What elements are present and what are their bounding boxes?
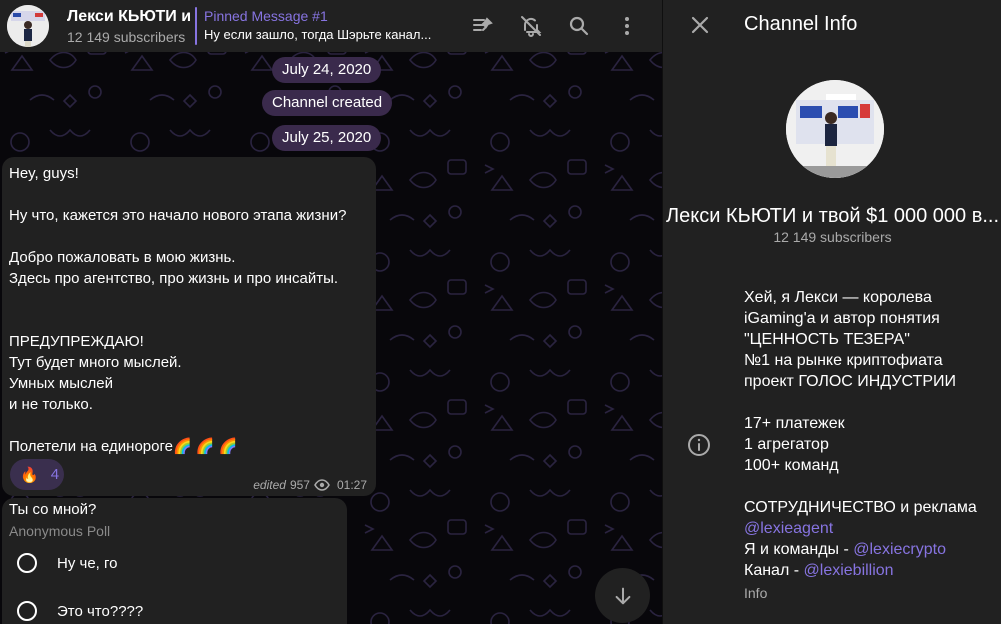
channel-title-block[interactable]: Лекси КЬЮТИ и твой $1 000 000 в... 12 14… — [67, 6, 195, 46]
channel-info-panel: Channel Info Лекси КЬЮТИ и твой $1 000 0… — [662, 0, 1001, 624]
message-line: Тут будет много мыслей. — [9, 354, 182, 371]
poll-type: Anonymous Poll — [9, 523, 111, 539]
bio-line: Хей, я Лекси — королева — [744, 289, 932, 306]
poll-question: Ты со мной? — [9, 501, 97, 518]
poll-option[interactable]: Ну че, го — [17, 553, 117, 573]
message-line: Здесь про агентство, про жизнь и про инс… — [9, 270, 339, 287]
message-line: и не только. — [9, 396, 93, 413]
reaction-button[interactable]: 🔥 4 — [10, 459, 64, 490]
message-line: Добро пожаловать в мою жизнь. — [9, 249, 236, 266]
eye-icon — [314, 479, 330, 491]
pinned-title: Pinned Message #1 — [204, 8, 328, 24]
more-options-icon[interactable] — [613, 12, 641, 40]
unpin-list-icon[interactable] — [469, 12, 497, 40]
message-line — [9, 184, 346, 205]
arrow-down-icon — [615, 587, 630, 604]
channel-name: Лекси КЬЮТИ и твой $1 000 000 в... — [665, 205, 1000, 227]
message-line: Полетели на единороге🌈 🌈 🌈 — [9, 438, 238, 455]
message-text: Hey, guys! Ну что, кажется это начало нов… — [9, 163, 346, 457]
bio-line: 17+ платежек — [744, 415, 845, 432]
chat-area: Лекси КЬЮТИ и твой $1 000 000 в... 12 14… — [0, 0, 662, 624]
radio-button[interactable] — [17, 553, 37, 573]
bio-line: Я и команды - — [744, 541, 854, 558]
mute-bell-icon[interactable] — [517, 12, 545, 40]
message-line — [9, 226, 346, 247]
close-icon — [691, 16, 709, 34]
poll-option[interactable]: Это что???? — [17, 601, 143, 621]
message-line — [9, 310, 346, 331]
message-line: Hey, guys! — [9, 165, 79, 182]
radio-button[interactable] — [17, 601, 37, 621]
edited-label: edited — [253, 478, 286, 492]
poll-message: Ты со мной? Anonymous Poll Ну че, го Это… — [2, 498, 347, 624]
channel-title: Лекси КЬЮТИ и твой $1 000 000 в... — [67, 8, 195, 25]
bio-line: 100+ команд — [744, 457, 839, 474]
bio-line: iGaming'а и автор понятия — [744, 310, 940, 327]
channel-description: Хей, я Лекси — королева iGaming'а и авто… — [744, 287, 994, 581]
poll-option-label: Ну че, го — [57, 554, 118, 572]
bio-line: "ЦЕННОСТЬ ТЕЗЕРА" — [744, 331, 910, 348]
message-line: ПРЕДУПРЕЖДАЮ! — [9, 333, 144, 350]
message-line: Ну что, кажется это начало нового этапа … — [9, 207, 347, 224]
channel-message[interactable]: Hey, guys! Ну что, кажется это начало нов… — [2, 157, 376, 496]
bio-line: проект ГОЛОС ИНДУСТРИИ — [744, 373, 956, 390]
bio-line: Канал - — [744, 562, 804, 579]
pinned-indicator — [195, 7, 197, 45]
channel-avatar[interactable] — [7, 5, 49, 47]
service-message: Channel created — [262, 90, 393, 116]
pinned-message[interactable]: Pinned Message #1 Ну если зашло, тогда Ш… — [195, 5, 440, 47]
reaction-count: 4 — [50, 466, 60, 483]
billion-link[interactable]: @lexiebillion — [804, 562, 894, 579]
message-meta: edited 957 01:27 — [253, 478, 367, 492]
crypto-link[interactable]: @lexiecrypto — [853, 541, 946, 558]
date-separator: July 24, 2020 — [272, 57, 382, 83]
close-button[interactable] — [686, 11, 714, 39]
message-line — [9, 289, 346, 310]
subscriber-count: 12 149 subscribers — [67, 29, 186, 45]
poll-option-label: Это что???? — [57, 602, 144, 620]
fire-emoji-icon: 🔥 — [20, 466, 39, 484]
channel-avatar-large[interactable] — [786, 80, 884, 178]
info-circle-icon — [688, 434, 710, 456]
view-count: 957 — [289, 478, 310, 492]
scroll-down-button[interactable] — [595, 568, 650, 623]
agent-link[interactable]: @lexieagent — [744, 520, 833, 537]
info-label: Info — [744, 585, 768, 601]
message-line: Умных мыслей — [9, 375, 113, 392]
channel-subscribers: 12 149 subscribers — [773, 229, 892, 245]
bio-line: СОТРУДНИЧЕСТВО и реклама — [744, 499, 977, 516]
date-separator: July 25, 2020 — [272, 125, 382, 151]
bio-line: 1 агрегатор — [744, 436, 829, 453]
search-icon[interactable] — [565, 12, 593, 40]
chat-header: Лекси КЬЮТИ и твой $1 000 000 в... 12 14… — [0, 0, 662, 52]
bio-line: №1 на рынке криптофиата — [744, 352, 943, 369]
message-line — [9, 415, 346, 436]
panel-title: Channel Info — [744, 13, 858, 35]
message-time: 01:27 — [336, 478, 367, 492]
pinned-text: Ну если зашло, тогда Шэрьте канал... — [204, 27, 432, 42]
